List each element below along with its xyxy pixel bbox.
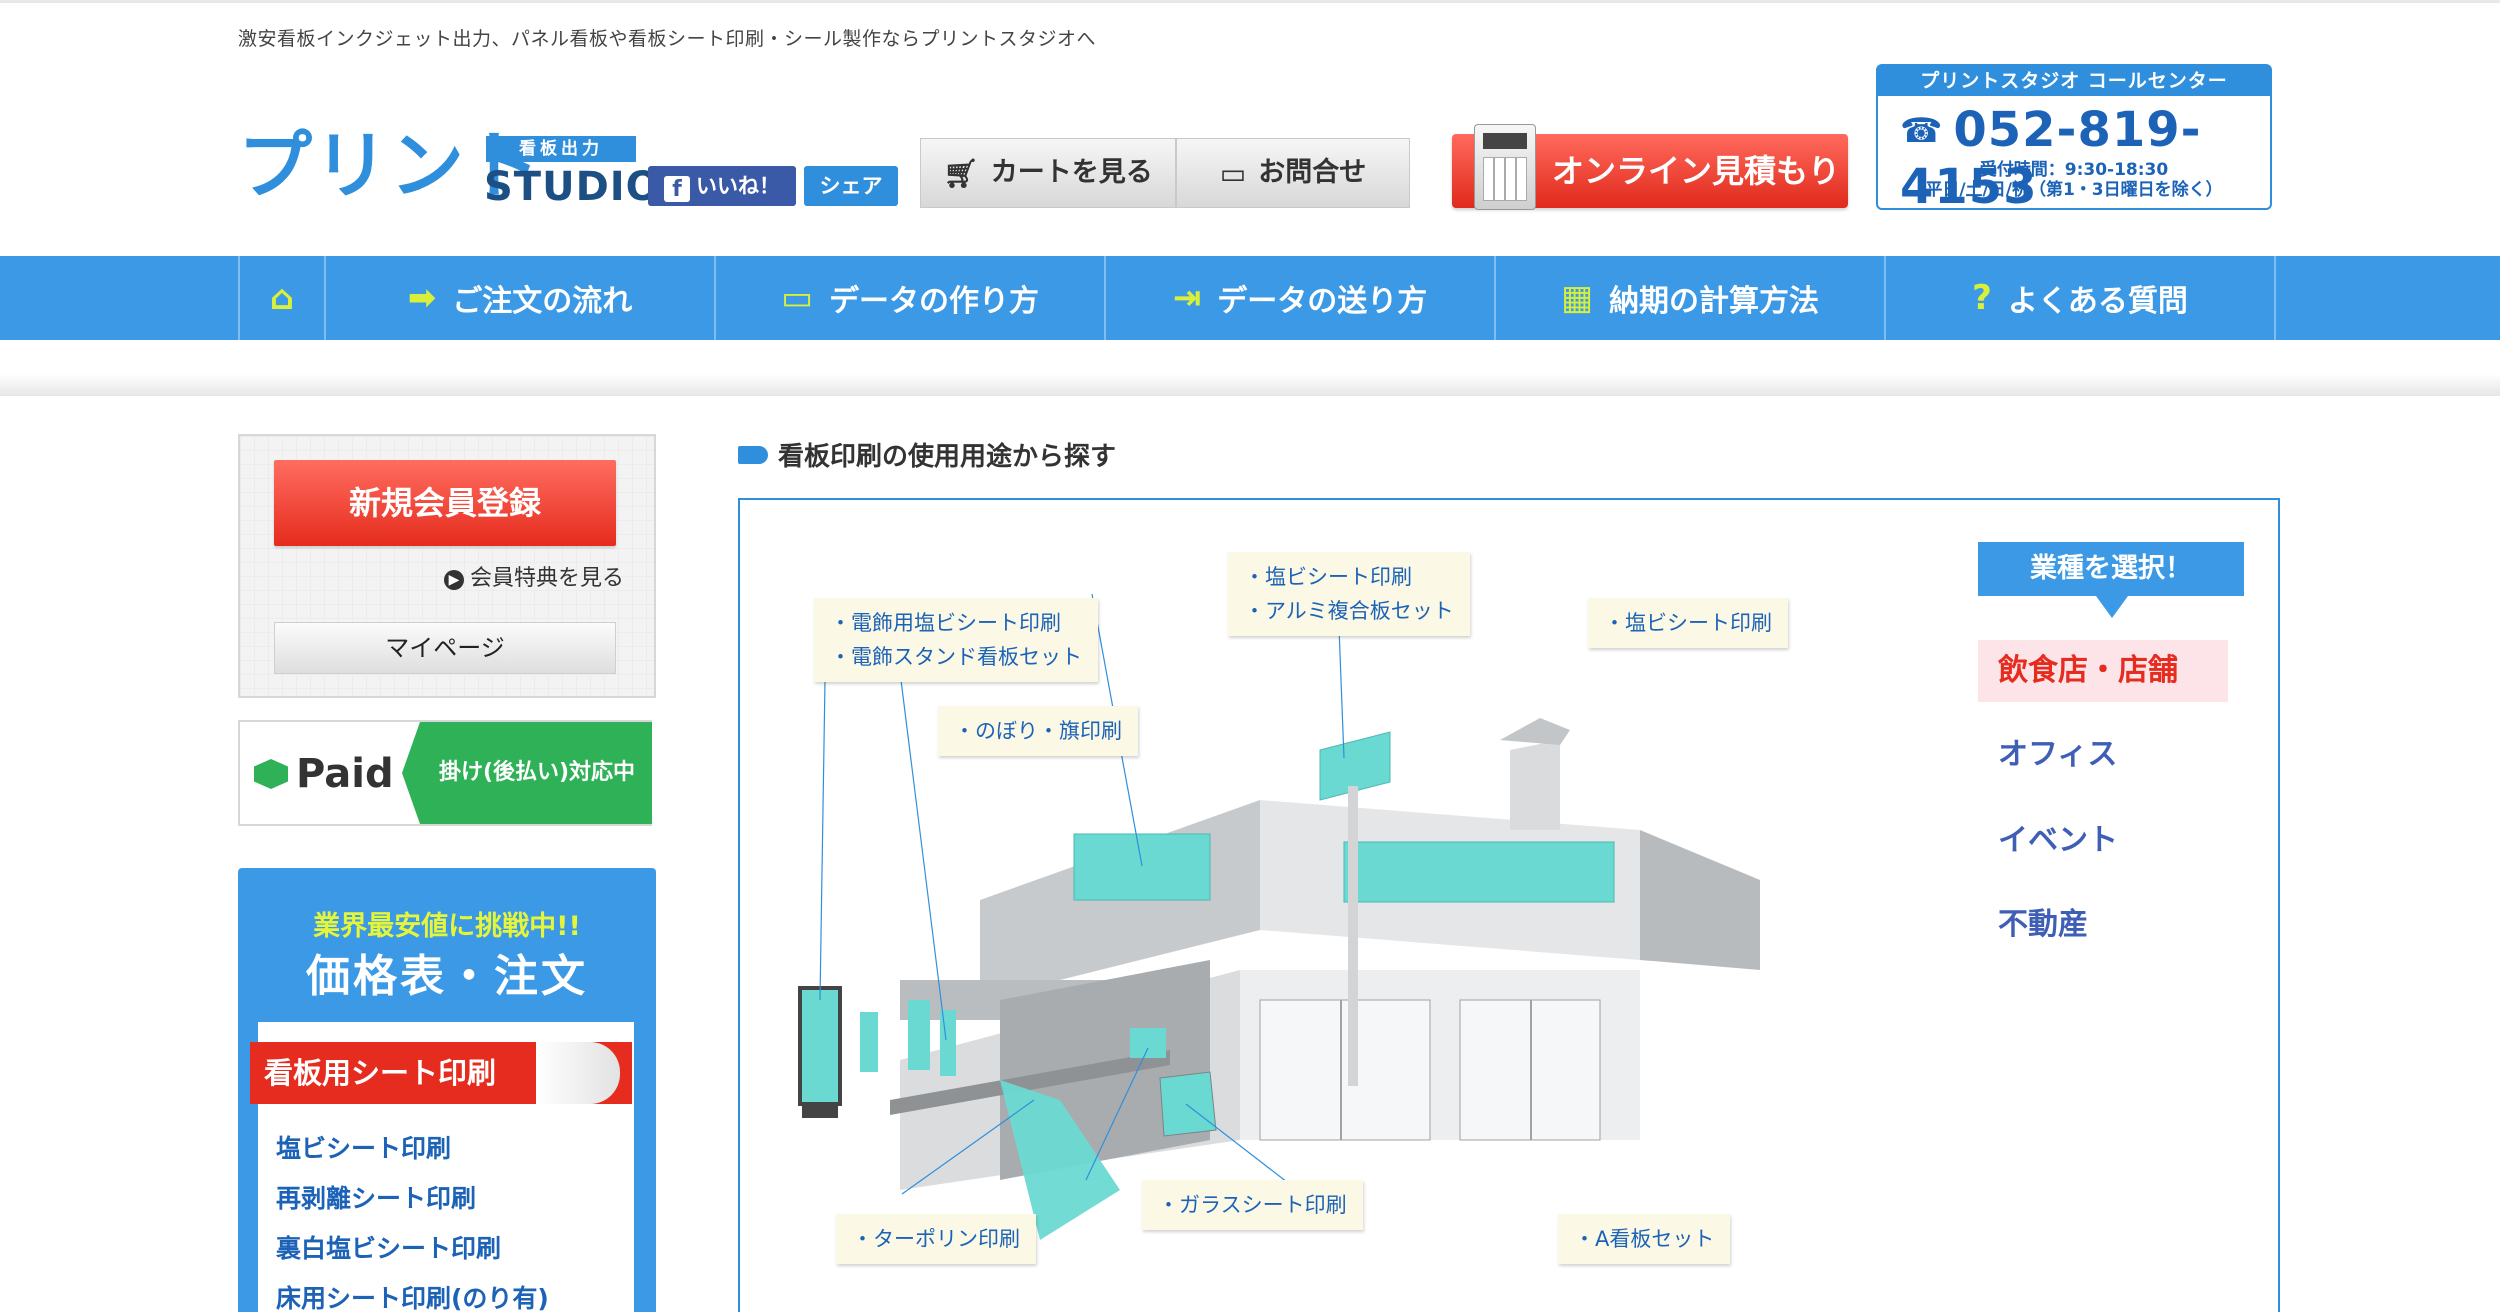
monitor-icon: ▭	[1219, 157, 1247, 190]
usage-scene: ・電飾用塩ビシート印刷 ・電飾スタンド看板セット ・塩ビシート印刷 ・アルミ複合板セ…	[738, 498, 2280, 1312]
export-icon: ⇥	[1172, 278, 1202, 318]
paid-text: 掛け(後払い)対応中	[402, 722, 652, 824]
price-box: 業界最安値に挑戦中!! 価格表・注文 看板用シート印刷 塩ビシート印刷 再剥離シー…	[238, 868, 656, 1312]
share-button[interactable]: シェア	[804, 166, 898, 206]
nav-item-5[interactable]: ? よくある質問	[1886, 256, 2276, 340]
callout-illuminated-sign[interactable]: ・電飾用塩ビシート印刷 ・電飾スタンド看板セット	[814, 598, 1098, 682]
logo-tag: 看板出力	[486, 136, 636, 162]
arrow-circle-icon: ▶	[443, 570, 464, 590]
product-list: 塩ビシート印刷 再剥離シート印刷 裏白塩ビシート印刷 床用シート印刷(のり有)	[276, 1124, 549, 1312]
paid-logo-icon	[254, 759, 288, 789]
nav-item-0[interactable]: ⌂	[240, 256, 326, 340]
tag-icon	[738, 446, 768, 464]
callout-nobori[interactable]: ・のぼり・旗印刷	[938, 706, 1138, 756]
nav-label: データの送り方	[1217, 284, 1428, 319]
mypage-button[interactable]: マイページ	[274, 622, 616, 674]
section-title: 看板印刷の使用用途から探す	[738, 440, 1116, 474]
nav-item-3[interactable]: ⇥ データの送り方	[1106, 256, 1496, 340]
industry-option[interactable]: イベント	[1978, 810, 2228, 872]
calendar-icon: ▦	[1560, 278, 1594, 318]
industry-option[interactable]: オフィス	[1978, 724, 2228, 786]
nav-item-2[interactable]: ▭ データの作り方	[716, 256, 1106, 340]
monitor-icon: ▭	[780, 278, 814, 318]
call-center-box: プリントスタジオ コールセンター ☎ 052-819-4153 受付時間：9:30…	[1876, 64, 2272, 215]
like-label: いいね！	[696, 174, 780, 198]
contact-button[interactable]: ▭ お問合せ	[1176, 138, 1410, 208]
cart-button[interactable]: 🛒︎ カートを見る	[920, 138, 1176, 208]
callout-tarpaulin[interactable]: ・ターポリン印刷	[836, 1214, 1036, 1264]
call-closed-days: 平日/土/日/祝（第1・3日曜日を除く）	[1925, 180, 2223, 200]
nav-item-1[interactable]: ➡ ご注文の流れ	[326, 256, 716, 340]
paid-logo: Paid	[254, 752, 394, 796]
cart-icon: 🛒︎	[943, 157, 979, 190]
chimney	[1510, 740, 1560, 830]
category-ribbon: 看板用シート印刷	[250, 1042, 632, 1104]
product-link[interactable]: 再剥離シート印刷	[276, 1174, 549, 1224]
industry-header: 業種を選択！	[1978, 542, 2244, 618]
call-hours: 受付時間：9:30-18:30	[1979, 160, 2169, 180]
industry-option[interactable]: 飲食店・店舗	[1978, 640, 2228, 702]
product-link[interactable]: 塩ビシート印刷	[276, 1124, 549, 1174]
nav-label: ご注文の流れ	[452, 284, 633, 319]
nav-item-4[interactable]: ▦ 納期の計算方法	[1496, 256, 1886, 340]
nav-label: よくある質問	[2007, 284, 2188, 319]
upper-left-sign	[1073, 833, 1211, 901]
price-title: 価格表・注文	[306, 951, 588, 1002]
facebook-like-button[interactable]: f いいね！	[648, 166, 796, 206]
nav-shadow	[0, 340, 2500, 396]
site-tagline: 激安看板インクジェット出力、パネル看板や看板シート印刷・シール製作ならプリントス…	[238, 28, 1097, 50]
call-center-title: プリントスタジオ コールセンター	[1878, 66, 2270, 96]
callout-glass-sheet[interactable]: ・ガラスシート印刷	[1142, 1180, 1363, 1230]
paid-banner[interactable]: Paid 掛け(後払い)対応中	[238, 720, 652, 826]
nav-label: 納期の計算方法	[1609, 284, 1820, 319]
callout-a-frame[interactable]: ・A看板セット	[1558, 1214, 1731, 1264]
cart-label: カートを見る	[990, 157, 1153, 188]
site-logo[interactable]: プリント 看板出力 STUDIO	[238, 124, 660, 210]
phone-icon: ☎	[1900, 111, 1944, 151]
logo-studio: STUDIO	[484, 164, 661, 210]
product-link[interactable]: 裏白塩ビシート印刷	[276, 1224, 549, 1274]
contact-label: お問合せ	[1258, 157, 1367, 188]
industry-option[interactable]: 不動産	[1978, 894, 2228, 956]
a-frame-sign	[1159, 1071, 1217, 1137]
home-icon: ⌂	[269, 278, 295, 318]
calculator-icon	[1474, 124, 1536, 210]
register-button[interactable]: 新規会員登録	[274, 460, 616, 546]
product-link[interactable]: 床用シート印刷(のり有)	[276, 1274, 549, 1312]
callout-vinyl-aluminum[interactable]: ・塩ビシート印刷 ・アルミ複合板セット	[1228, 552, 1470, 636]
facade-sign	[1343, 841, 1615, 903]
glass-sheet	[1130, 1028, 1166, 1058]
facebook-icon: f	[664, 176, 690, 202]
price-subtitle: 業界最安値に挑戦中!!	[313, 911, 581, 942]
member-box: 新規会員登録 ▶ 会員特典を見る マイページ	[238, 434, 656, 698]
arrow-right-icon: ➡	[407, 278, 437, 318]
top-divider	[0, 0, 2500, 3]
member-benefit-link[interactable]: ▶ 会員特典を見る	[443, 560, 624, 592]
ribbon-curl	[536, 1042, 620, 1104]
nav-label: データの作り方	[829, 284, 1040, 319]
callout-vinyl-pole[interactable]: ・塩ビシート印刷	[1588, 598, 1788, 648]
question-icon: ?	[1972, 278, 1992, 318]
stand-sign	[798, 986, 842, 1106]
main-nav: ⌂ ➡ ご注文の流れ ▭ データの作り方 ⇥ データの送り方 ▦ 納期の計算方法? よくある質問	[0, 256, 2500, 340]
